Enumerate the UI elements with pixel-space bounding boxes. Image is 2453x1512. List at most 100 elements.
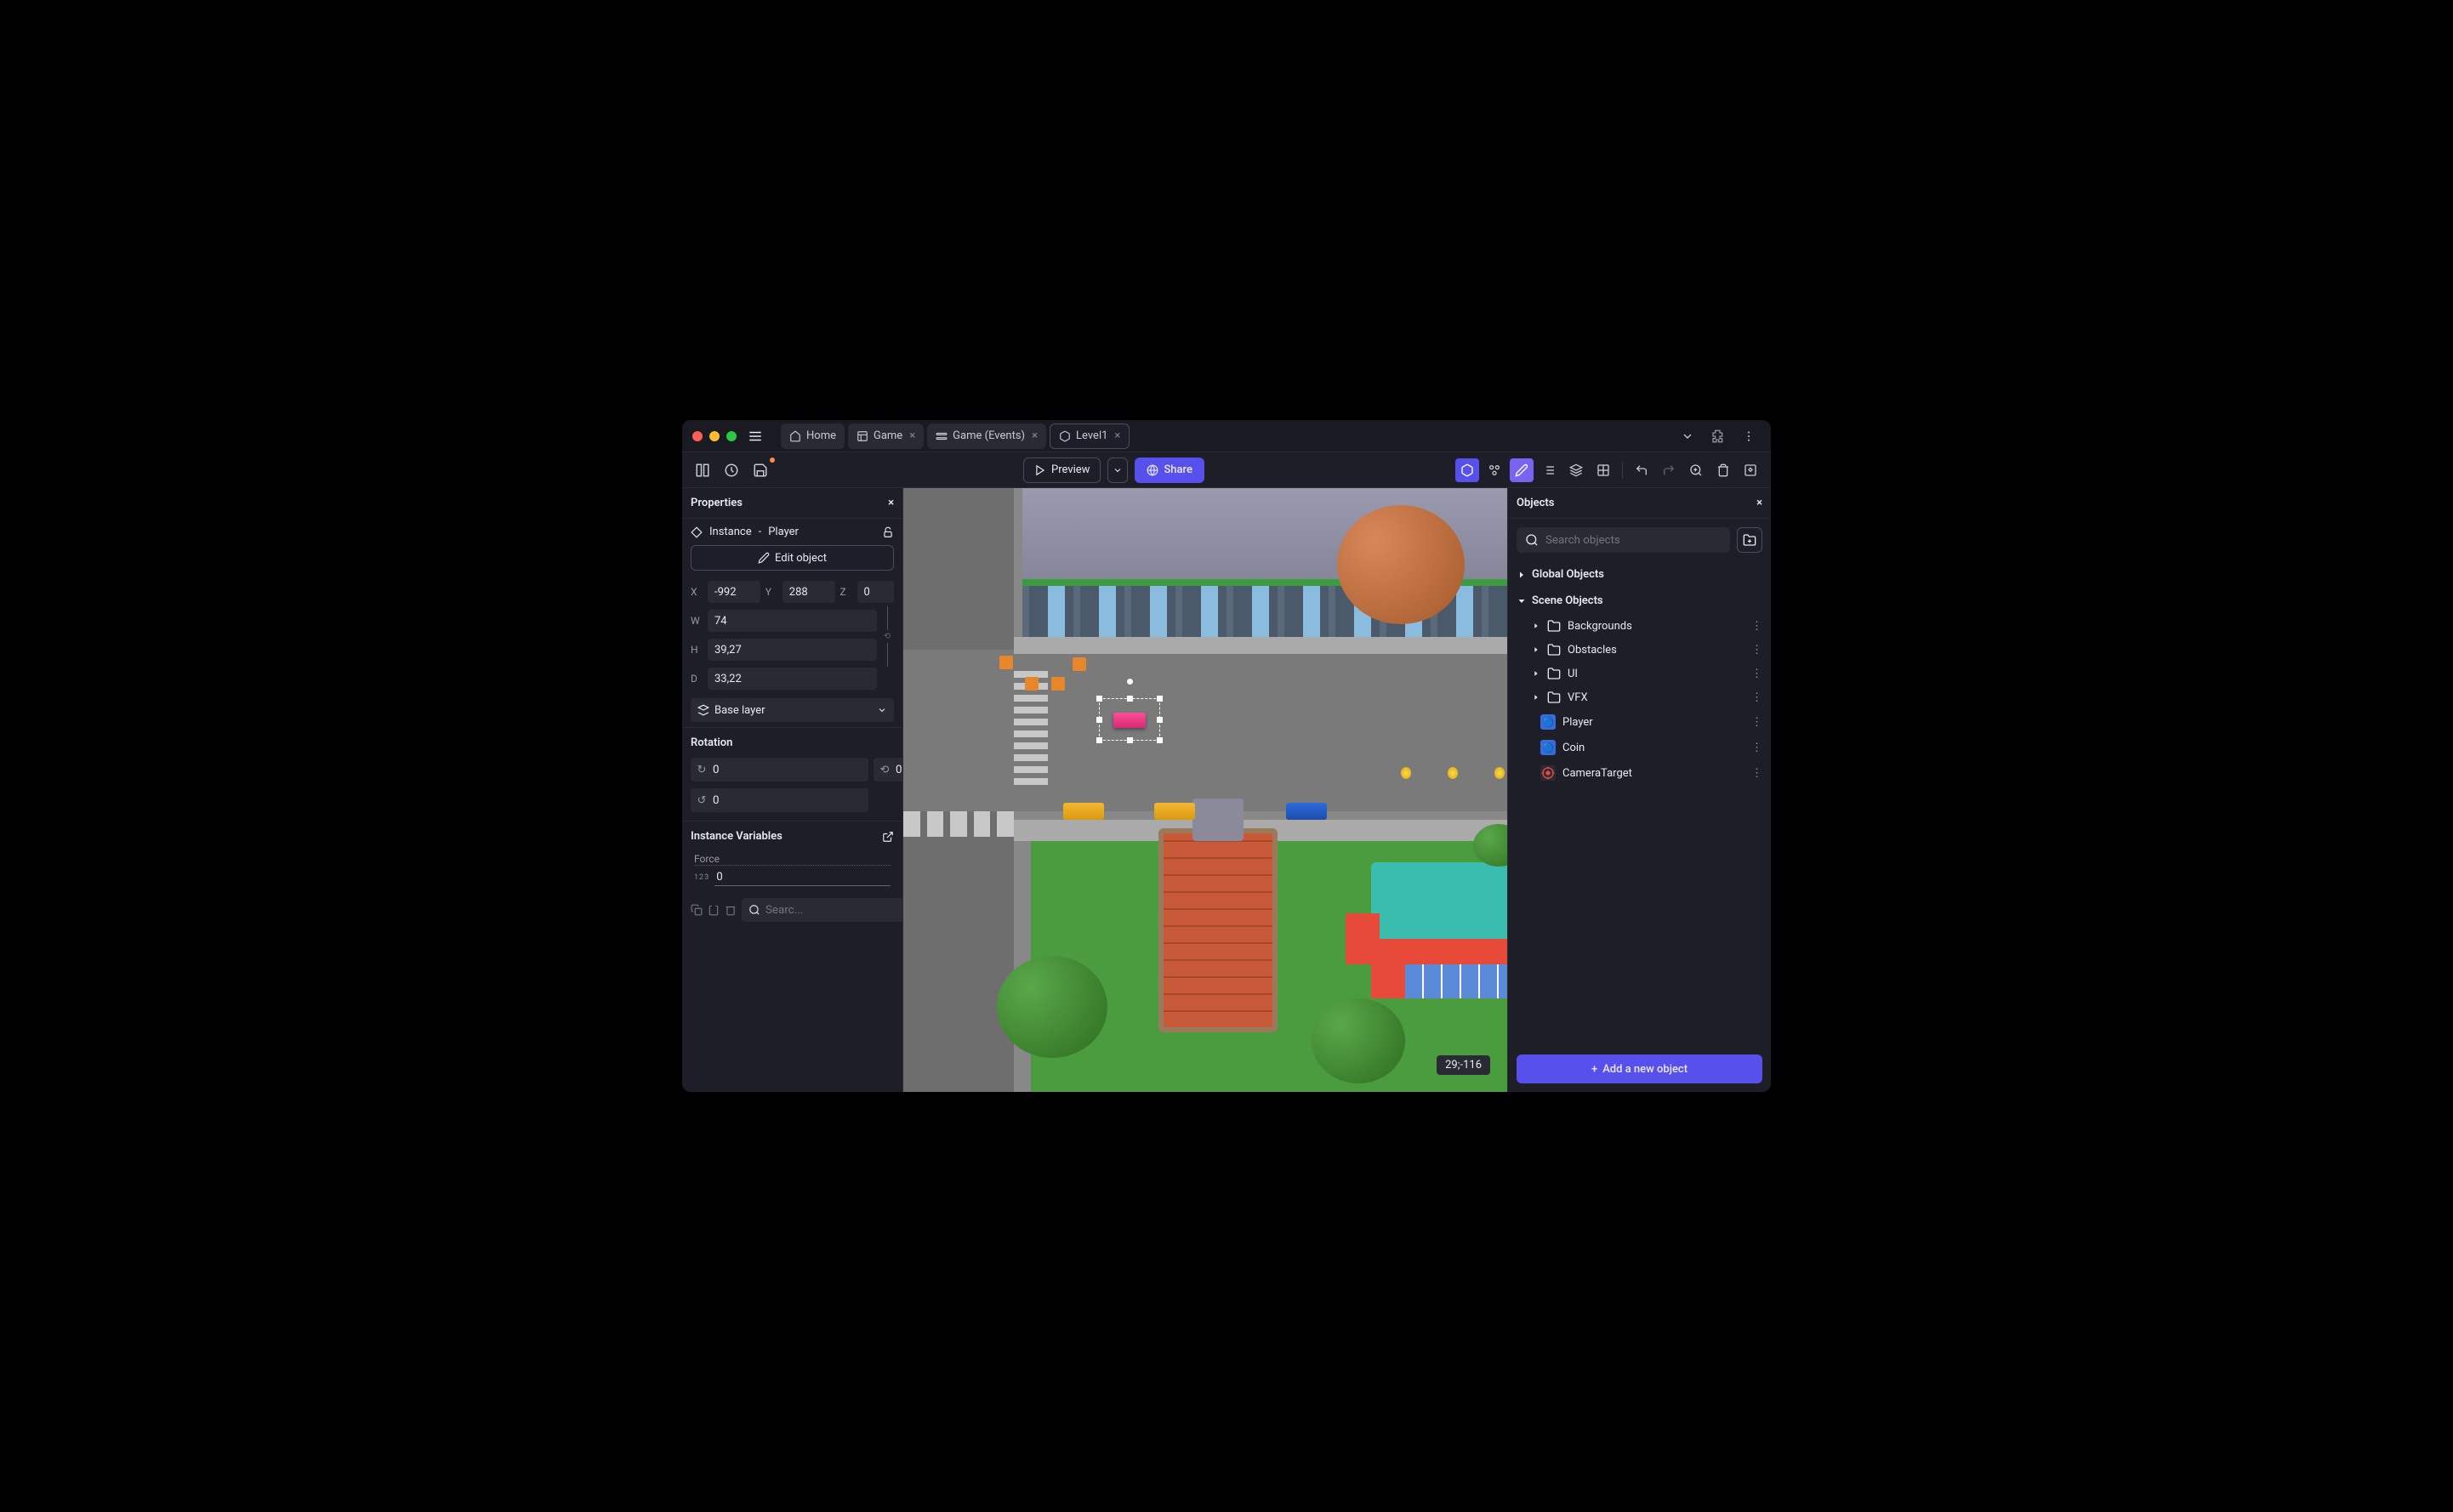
tab-game-events[interactable]: Game (Events) × <box>927 423 1046 449</box>
x-input[interactable] <box>708 581 760 603</box>
folder-item[interactable]: UI ⋮ <box>1508 662 1771 685</box>
undo-button[interactable] <box>1630 458 1653 482</box>
app-window: Home Game × Game (Events) × Level1 × <box>682 420 1771 1092</box>
delete-button[interactable] <box>1711 458 1735 482</box>
edit-mode-button[interactable] <box>1510 458 1534 482</box>
tab-level1[interactable]: Level1 × <box>1050 423 1130 449</box>
titlebar: Home Game × Game (Events) × Level1 × <box>682 420 1771 452</box>
settings-button[interactable] <box>1739 458 1762 482</box>
pencil-icon <box>758 552 770 564</box>
objects-panel: Objects × Global Objects <box>1507 488 1771 1092</box>
grid-button[interactable] <box>1591 458 1615 482</box>
panel-title: Objects <box>1517 497 1554 509</box>
list-button[interactable] <box>1537 458 1561 482</box>
rotation-y-input[interactable] <box>896 764 902 776</box>
rotate-y-icon: ⟲ <box>874 764 896 776</box>
target-icon <box>1540 765 1556 781</box>
zoom-button[interactable] <box>1684 458 1708 482</box>
menu-button[interactable] <box>743 424 767 448</box>
history-button[interactable] <box>720 458 743 482</box>
object-item-coin[interactable]: 🔵 Coin ⋮ <box>1508 735 1771 760</box>
minimize-window-button[interactable] <box>709 431 720 441</box>
h-input[interactable] <box>708 639 877 661</box>
redo-button[interactable] <box>1657 458 1681 482</box>
scene-canvas[interactable]: 29;-116 <box>903 488 1507 1092</box>
diamond-icon <box>691 526 703 538</box>
home-icon <box>789 430 801 442</box>
open-external-icon[interactable] <box>882 831 894 843</box>
link-dimensions-toggle[interactable]: ⟲ <box>880 606 894 693</box>
variable-search[interactable] <box>742 898 902 922</box>
item-menu-button[interactable]: ⋮ <box>1751 644 1762 657</box>
item-menu-button[interactable]: ⋮ <box>1751 620 1762 633</box>
copy-var-button[interactable] <box>691 898 703 922</box>
maximize-window-button[interactable] <box>726 431 737 441</box>
item-menu-button[interactable]: ⋮ <box>1751 668 1762 680</box>
layers-button[interactable] <box>1564 458 1588 482</box>
d-input[interactable] <box>708 668 877 690</box>
3d-view-button[interactable] <box>1455 458 1479 482</box>
add-object-button[interactable]: + Add a new object <box>1517 1054 1762 1083</box>
save-button[interactable] <box>748 458 772 482</box>
edit-object-button[interactable]: Edit object <box>691 545 894 571</box>
folder-item[interactable]: Obstacles ⋮ <box>1508 638 1771 662</box>
panel-close-button[interactable]: × <box>888 497 894 509</box>
x-label: X <box>691 586 703 598</box>
panel-toggle-button[interactable] <box>691 458 714 482</box>
chevron-down-icon <box>1517 596 1527 606</box>
tab-label: Game (Events) <box>953 429 1025 442</box>
coin-pickup <box>1051 677 1065 691</box>
chevron-right-icon <box>1532 693 1540 702</box>
tab-close-button[interactable]: × <box>1114 429 1120 442</box>
item-menu-button[interactable]: ⋮ <box>1751 742 1762 754</box>
tab-game[interactable]: Game × <box>848 423 924 449</box>
coin-pickup <box>999 656 1013 669</box>
tree <box>1312 998 1405 1083</box>
folder-item[interactable]: Backgrounds ⋮ <box>1508 614 1771 638</box>
objects-view-button[interactable] <box>1483 458 1506 482</box>
layer-select[interactable]: Base layer <box>691 698 894 722</box>
preview-button[interactable]: Preview <box>1023 458 1101 483</box>
more-menu-button[interactable] <box>1737 424 1761 448</box>
cursor-coordinates: 29;-116 <box>1437 1055 1490 1075</box>
objects-search[interactable] <box>1517 527 1730 553</box>
titlebar-right <box>1676 424 1761 448</box>
add-folder-button[interactable] <box>1737 527 1762 553</box>
rotation-x-input[interactable] <box>713 764 868 776</box>
item-menu-button[interactable]: ⋮ <box>1751 691 1762 704</box>
item-menu-button[interactable]: ⋮ <box>1751 716 1762 729</box>
tab-home[interactable]: Home <box>781 423 845 449</box>
global-objects-header[interactable]: Global Objects <box>1508 561 1771 588</box>
coin <box>1494 767 1505 779</box>
panel-close-button[interactable]: × <box>1756 497 1762 509</box>
globe-icon <box>1147 464 1158 476</box>
folder-icon <box>1547 691 1561 704</box>
paste-var-button[interactable] <box>708 898 720 922</box>
unlock-icon[interactable] <box>882 526 894 538</box>
search-icon <box>1525 533 1539 547</box>
tab-close-button[interactable]: × <box>1032 429 1038 442</box>
rotation-z-input[interactable] <box>713 794 868 807</box>
chevron-down-icon[interactable] <box>1676 424 1699 448</box>
object-item-player[interactable]: 🔵 Player ⋮ <box>1508 709 1771 735</box>
tab-close-button[interactable]: × <box>909 429 915 442</box>
variable-search-input[interactable] <box>765 904 902 917</box>
y-input[interactable] <box>783 581 835 603</box>
objects-search-input[interactable] <box>1545 534 1722 547</box>
extensions-button[interactable] <box>1706 424 1730 448</box>
object-item-camera-target[interactable]: CameraTarget ⋮ <box>1508 760 1771 786</box>
share-button[interactable]: Share <box>1135 458 1204 483</box>
scene-objects-header[interactable]: Scene Objects <box>1508 588 1771 614</box>
folder-item[interactable]: VFX ⋮ <box>1508 685 1771 709</box>
w-input[interactable] <box>708 610 877 632</box>
rotation-x: ↻ <box>691 758 868 782</box>
car <box>1286 803 1327 820</box>
item-menu-button[interactable]: ⋮ <box>1751 767 1762 780</box>
z-input[interactable] <box>857 581 894 603</box>
variables-toolbar: + <box>682 891 902 929</box>
preview-dropdown[interactable] <box>1107 458 1128 483</box>
variable-value-input[interactable] <box>714 869 891 886</box>
delete-var-button[interactable] <box>725 898 737 922</box>
close-window-button[interactable] <box>692 431 703 441</box>
instance-name: Player <box>768 526 799 538</box>
